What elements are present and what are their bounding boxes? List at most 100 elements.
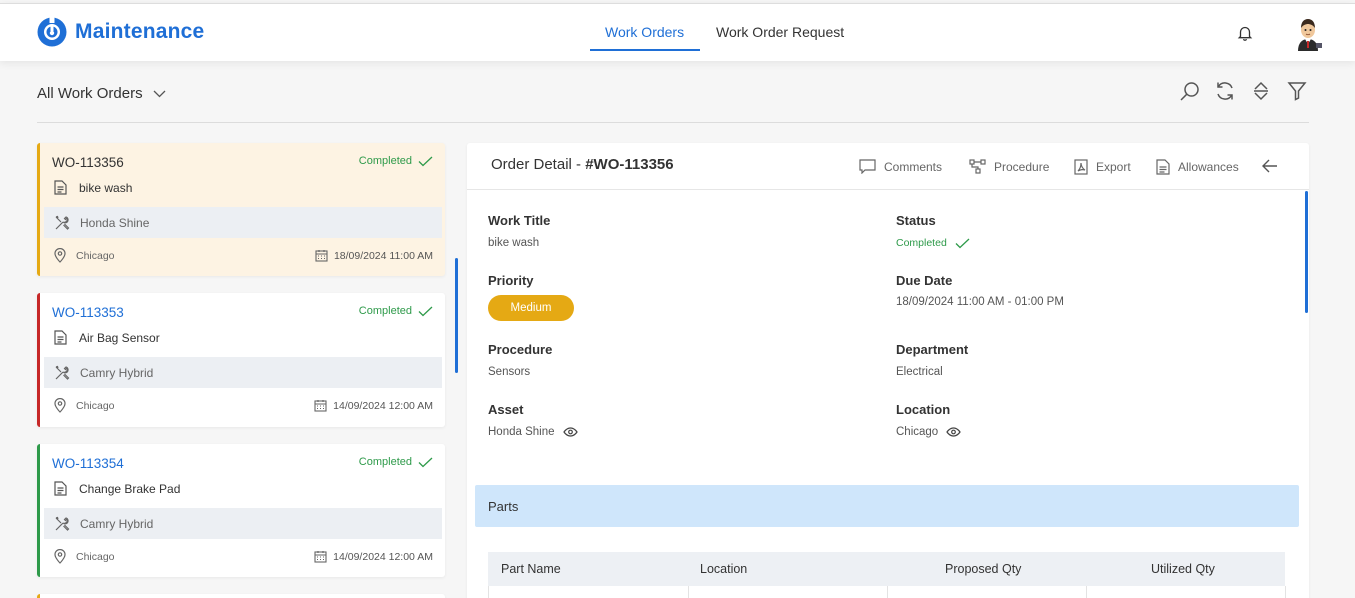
document-icon [54, 180, 67, 195]
work-title-label: Work Title [488, 213, 551, 228]
top-bar: Maintenance Work Orders Work Order Reque… [0, 3, 1355, 61]
calendar-icon [314, 551, 327, 563]
work-order-title-row: Air Bag Sensor [54, 330, 160, 345]
tab-work-order-request[interactable]: Work Order Request [716, 24, 844, 40]
status-badge: Completed [359, 456, 433, 468]
asset-name: Camry Hybrid [80, 365, 154, 380]
bell-icon[interactable] [1236, 24, 1254, 42]
filter-label: All Work Orders [37, 85, 143, 102]
list-scrollbar[interactable] [455, 258, 458, 373]
back-arrow-icon[interactable] [1262, 159, 1278, 173]
parts-title: Parts [488, 499, 519, 514]
wrench-logo-icon [37, 17, 67, 47]
location-row: Chicago [54, 248, 115, 263]
work-order-filter-dropdown[interactable]: All Work Orders [37, 85, 166, 102]
location-name: Chicago [76, 550, 115, 563]
location-label: Location [896, 402, 951, 417]
location-value: Chicago [896, 426, 961, 438]
chevron-down-icon [153, 90, 166, 97]
refresh-icon[interactable] [1214, 80, 1236, 102]
work-order-card-113356[interactable]: WO-113356 Completed bike wash Honda Shin… [37, 143, 445, 276]
export-button[interactable]: Export [1074, 159, 1131, 175]
work-order-title: Change Brake Pad [79, 481, 181, 496]
document-icon [54, 481, 67, 496]
document-icon [1156, 159, 1170, 175]
calendar-icon [315, 250, 328, 262]
detail-scrollbar[interactable] [1305, 191, 1308, 313]
tools-icon [55, 215, 70, 230]
priority-badge: Medium [488, 295, 574, 321]
check-icon [955, 238, 970, 248]
check-icon [418, 156, 433, 166]
location-name: Chicago [76, 249, 115, 262]
asset-band: Camry Hybrid [44, 508, 442, 539]
work-order-card-113354[interactable]: WO-113354 Completed Change Brake Pad Cam… [37, 444, 445, 577]
due-date: 14/09/2024 12:00 AM [314, 550, 433, 563]
avatar[interactable] [1294, 17, 1322, 51]
work-title-value: bike wash [488, 237, 540, 249]
asset-band: Camry Hybrid [44, 357, 442, 388]
location-row: Chicago [54, 398, 115, 413]
app-title: Maintenance [75, 20, 205, 43]
column-utilized-qty: Utilized Qty [1151, 562, 1215, 576]
status-badge: Completed [359, 155, 433, 167]
eye-icon[interactable] [562, 427, 578, 437]
priority-label: Priority [488, 273, 534, 288]
column-part-name: Part Name [501, 562, 561, 576]
order-detail-panel: Order Detail - #WO-113356 Comments Proce… [467, 143, 1309, 598]
asset-band: Honda Shine [44, 207, 442, 238]
eye-icon[interactable] [946, 427, 961, 437]
department-label: Department [896, 342, 969, 357]
asset-name: Honda Shine [80, 215, 150, 230]
work-order-title: Air Bag Sensor [79, 330, 160, 345]
parts-table-header: Part Name Location Proposed Qty Utilized… [488, 552, 1285, 586]
work-order-code[interactable]: WO-113354 [52, 456, 124, 471]
work-order-code[interactable]: WO-113353 [52, 305, 124, 320]
location-row: Chicago [54, 549, 115, 564]
parts-section-header[interactable]: Parts [475, 485, 1299, 527]
check-icon [418, 457, 433, 467]
column-proposed-qty: Proposed Qty [945, 562, 1022, 576]
allowances-button[interactable]: Allowances [1156, 159, 1239, 175]
status-value: Completed [896, 237, 970, 249]
tab-work-orders[interactable]: Work Orders [605, 24, 684, 40]
procedure-value: Sensors [488, 366, 531, 378]
location-name: Chicago [76, 399, 115, 412]
work-order-title: bike wash [79, 180, 133, 195]
due-date: 18/09/2024 11:00 AM [315, 249, 433, 262]
app-logo[interactable]: Maintenance [36, 16, 204, 48]
filter-icon[interactable] [1286, 80, 1308, 102]
pdf-icon [1074, 159, 1088, 175]
tools-icon [55, 516, 70, 531]
work-order-card-partial[interactable] [37, 594, 445, 598]
comment-icon [859, 159, 876, 174]
flowchart-icon [969, 159, 986, 174]
work-order-card-113353[interactable]: WO-113353 Completed Air Bag Sensor Camry… [37, 293, 445, 427]
asset-value: Honda Shine [488, 426, 578, 438]
comments-button[interactable]: Comments [859, 159, 942, 174]
work-order-code: WO-113356 [52, 155, 124, 170]
asset-label: Asset [488, 402, 524, 417]
status-label: Status [896, 213, 936, 228]
due-date-value: 18/09/2024 11:00 AM - 01:00 PM [896, 296, 1064, 308]
column-location: Location [700, 562, 748, 576]
sort-icon[interactable] [1250, 80, 1272, 102]
procedure-button[interactable]: Procedure [969, 159, 1049, 174]
toolbar-divider [37, 122, 1309, 123]
asset-name: Camry Hybrid [80, 516, 154, 531]
table-row [488, 586, 1286, 598]
work-order-title-row: bike wash [54, 180, 132, 195]
order-detail-header: Order Detail - #WO-113356 Comments Proce… [467, 143, 1309, 190]
calendar-icon [314, 400, 327, 412]
order-detail-title: Order Detail - #WO-113356 [491, 156, 674, 173]
due-date: 14/09/2024 12:00 AM [314, 399, 433, 412]
due-date-label: Due Date [896, 273, 953, 288]
active-tab-underline [590, 49, 700, 51]
status-badge: Completed [359, 305, 433, 317]
department-value: Electrical [896, 366, 943, 378]
search-icon[interactable] [1179, 80, 1201, 102]
work-order-title-row: Change Brake Pad [54, 481, 180, 496]
tools-icon [55, 365, 70, 380]
procedure-label: Procedure [488, 342, 553, 357]
document-icon [54, 330, 67, 345]
